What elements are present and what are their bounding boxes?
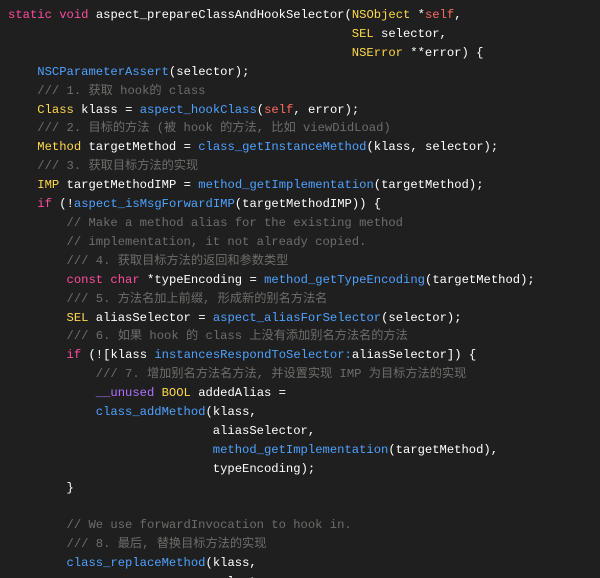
comment-forward: // We use forwardInvocation to hook in. (67, 518, 352, 532)
punct-comma: , (454, 8, 461, 22)
comment-4: /// 4. 获取目标方法的返回和参数类型 (67, 254, 289, 268)
punct-comma2: , (440, 27, 447, 41)
comment-8: /// 8. 最后, 替换目标方法的实现 (67, 537, 267, 551)
type-sel2: SEL (67, 311, 89, 325)
comment-1: /// 1. 获取 hook的 class (37, 84, 205, 98)
comment-7: /// 7. 增加别名方法名方法, 并设置实现 IMP 为目标方法的实现 (96, 367, 467, 381)
kw-if2: if (67, 348, 82, 362)
fn-aliasfor: aspect_aliasForSelector (213, 311, 381, 325)
kw-if: if (37, 197, 52, 211)
comment-6: /// 6. 如果 hook 的 class 上没有添加别名方法名的方法 (67, 329, 408, 343)
fn-ismsgforward: aspect_isMsgForwardIMP (74, 197, 235, 211)
sel-responds: instancesRespondToSelector: (154, 348, 351, 362)
punct-open: ( (344, 8, 351, 22)
punct-dstar: ** (410, 46, 425, 60)
type-class: Class (37, 103, 74, 117)
fn-gettypeenc: method_getTypeEncoding (264, 273, 425, 287)
kw-void: void (59, 8, 88, 22)
fn-nscparam: NSCParameterAssert (37, 65, 169, 79)
comment-make2: // implementation, it not already copied… (67, 235, 367, 249)
fn-getinstance: class_getInstanceMethod (198, 140, 366, 154)
fn-hookclass: aspect_hookClass (140, 103, 257, 117)
fn-classaddmethod: class_addMethod (96, 405, 206, 419)
comment-3: /// 3. 获取目标方法的实现 (37, 159, 198, 173)
type-nsobject: NSObject (352, 8, 411, 22)
param-error: error (425, 46, 462, 60)
fn-getimpl: method_getImplementation (198, 178, 374, 192)
type-imp: IMP (37, 178, 59, 192)
comment-make1: // Make a method alias for the existing … (67, 216, 403, 230)
self: self (425, 8, 454, 22)
punct-star: * (418, 8, 425, 22)
code-block: static void aspect_prepareClassAndHookSe… (0, 0, 600, 578)
kw-static: static (8, 8, 52, 22)
kw-const: const (67, 273, 104, 287)
type-bool: BOOL (162, 386, 191, 400)
punct-brace1: { (476, 46, 483, 60)
type-method: Method (37, 140, 81, 154)
attr-unused: __unused (96, 386, 155, 400)
kw-char: char (110, 273, 139, 287)
fn-getimpl2: method_getImplementation (213, 443, 389, 457)
type-nserror: NSError (352, 46, 403, 60)
fn-name: aspect_prepareClassAndHookSelector (96, 8, 345, 22)
comment-5: /// 5. 方法名加上前缀, 形成新的别名方法名 (67, 292, 328, 306)
type-sel: SEL (352, 27, 374, 41)
param-selector: selector (381, 27, 440, 41)
punct-close: ) (462, 46, 469, 60)
comment-2: /// 2. 目标的方法 (被 hook 的方法, 比如 viewDidLoad… (37, 121, 390, 135)
fn-classreplace: class_replaceMethod (67, 556, 206, 570)
